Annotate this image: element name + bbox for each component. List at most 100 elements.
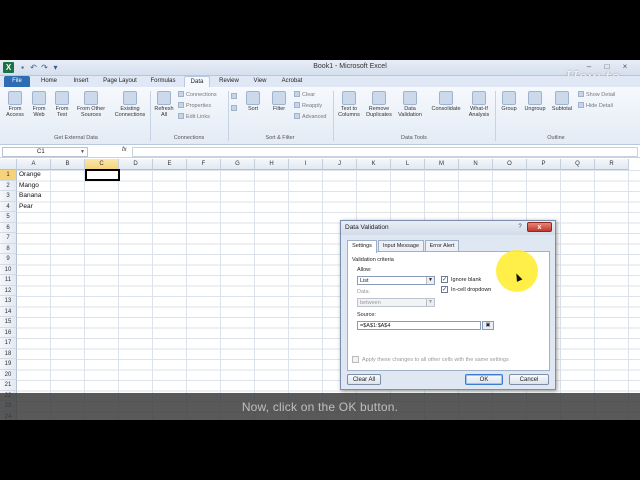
- consolidate-button[interactable]: Consolidate: [428, 91, 464, 112]
- cell-a2[interactable]: Mango: [18, 181, 39, 191]
- column-header-d[interactable]: D: [119, 159, 153, 170]
- row-header-2[interactable]: 2: [0, 180, 17, 191]
- column-header-q[interactable]: Q: [561, 159, 595, 170]
- hide-detail-button[interactable]: Hide Detail: [578, 102, 613, 110]
- data-validation-button[interactable]: Data Validation: [396, 91, 424, 118]
- ungroup-button[interactable]: Ungroup: [522, 91, 548, 112]
- row-header-19[interactable]: 19: [0, 359, 17, 370]
- row-header-16[interactable]: 16: [0, 327, 17, 338]
- column-header-b[interactable]: B: [51, 159, 85, 170]
- text-file-icon: [55, 91, 69, 105]
- formula-input[interactable]: [132, 147, 638, 157]
- from-other-sources-button[interactable]: From Other Sources: [74, 91, 108, 118]
- column-header-r[interactable]: R: [595, 159, 629, 170]
- ignore-blank-checkbox[interactable]: ✓: [441, 276, 448, 283]
- cancel-button[interactable]: Cancel: [509, 374, 549, 385]
- group-button[interactable]: Group: [498, 91, 520, 112]
- active-cell-c1[interactable]: [85, 169, 120, 181]
- tab-file[interactable]: File: [4, 76, 30, 87]
- from-text-button[interactable]: From Text: [52, 91, 72, 118]
- cell-a1[interactable]: Orange: [18, 170, 41, 180]
- show-detail-button[interactable]: Show Detail: [578, 91, 615, 99]
- collapse-dialog-icon[interactable]: ▣: [482, 321, 494, 330]
- advanced-button[interactable]: Advanced: [294, 113, 326, 121]
- row-header-8[interactable]: 8: [0, 243, 17, 254]
- column-header-e[interactable]: E: [153, 159, 187, 170]
- column-header-m[interactable]: M: [425, 159, 459, 170]
- filter-button[interactable]: Filter: [268, 91, 290, 112]
- row-header-13[interactable]: 13: [0, 296, 17, 307]
- apply-all-checkbox[interactable]: [352, 356, 359, 363]
- column-header-k[interactable]: K: [357, 159, 391, 170]
- chevron-down-icon[interactable]: ▼: [426, 299, 434, 306]
- column-header-i[interactable]: I: [289, 159, 323, 170]
- row-header-10[interactable]: 10: [0, 264, 17, 275]
- refresh-all-button[interactable]: Refresh All: [152, 91, 176, 118]
- column-header-j[interactable]: J: [323, 159, 357, 170]
- row-header-11[interactable]: 11: [0, 275, 17, 286]
- ok-button[interactable]: OK: [465, 374, 503, 385]
- tab-page-layout[interactable]: Page Layout: [100, 76, 140, 87]
- what-if-analysis-button[interactable]: What-If Analysis: [466, 91, 492, 118]
- source-label: Source:: [357, 312, 376, 318]
- tab-settings[interactable]: Settings: [347, 240, 377, 253]
- row-header-5[interactable]: 5: [0, 212, 17, 223]
- tab-home[interactable]: Home: [36, 76, 62, 87]
- column-header-p[interactable]: P: [527, 159, 561, 170]
- edit-links-button[interactable]: Edit Links: [178, 113, 210, 121]
- clear-button[interactable]: Clear: [294, 91, 315, 99]
- tab-data[interactable]: Data: [184, 76, 210, 87]
- row-header-21[interactable]: 21: [0, 380, 17, 391]
- row-header-4[interactable]: 4: [0, 201, 17, 212]
- cell-a4[interactable]: Pear: [18, 202, 33, 212]
- tab-acrobat[interactable]: Acrobat: [276, 76, 308, 87]
- tab-formulas[interactable]: Formulas: [146, 76, 180, 87]
- chevron-down-icon[interactable]: ▼: [80, 149, 85, 155]
- column-header-g[interactable]: G: [221, 159, 255, 170]
- column-header-f[interactable]: F: [187, 159, 221, 170]
- text-to-columns-button[interactable]: Text to Columns: [336, 91, 362, 118]
- sort-za-icon[interactable]: [231, 105, 239, 113]
- name-box[interactable]: C1: [2, 147, 88, 157]
- in-cell-dropdown-checkbox[interactable]: ✓: [441, 286, 448, 293]
- tab-review[interactable]: Review: [214, 76, 244, 87]
- source-input[interactable]: =$A$1:$A$4: [357, 321, 481, 330]
- remove-duplicates-button[interactable]: Remove Duplicates: [364, 91, 394, 118]
- row-header-3[interactable]: 3: [0, 191, 17, 202]
- column-header-h[interactable]: H: [255, 159, 289, 170]
- help-icon[interactable]: ?: [515, 223, 525, 232]
- close-icon[interactable]: x: [527, 222, 552, 232]
- row-header-6[interactable]: 6: [0, 222, 17, 233]
- row-header-14[interactable]: 14: [0, 306, 17, 317]
- column-header-l[interactable]: L: [391, 159, 425, 170]
- insert-function-icon[interactable]: fx: [122, 147, 127, 153]
- cell-a3[interactable]: Banana: [18, 191, 41, 201]
- column-header-n[interactable]: N: [459, 159, 493, 170]
- existing-connections-button[interactable]: Existing Connections: [112, 91, 148, 118]
- select-all-corner[interactable]: [0, 159, 17, 170]
- row-header-17[interactable]: 17: [0, 338, 17, 349]
- tab-insert[interactable]: Insert: [66, 76, 96, 87]
- sort-az-icon[interactable]: [231, 93, 239, 101]
- allow-select[interactable]: List ▼: [357, 276, 435, 285]
- row-header-12[interactable]: 12: [0, 285, 17, 296]
- subtotal-button[interactable]: Subtotal: [550, 91, 574, 112]
- from-access-button[interactable]: From Access: [4, 91, 26, 118]
- data-select[interactable]: between ▼: [357, 298, 435, 307]
- row-header-7[interactable]: 7: [0, 233, 17, 244]
- chevron-down-icon[interactable]: ▼: [426, 277, 434, 284]
- row-header-1[interactable]: 1: [0, 170, 17, 181]
- column-header-o[interactable]: O: [493, 159, 527, 170]
- row-header-18[interactable]: 18: [0, 348, 17, 359]
- connections-button[interactable]: Connections: [178, 91, 217, 99]
- row-header-15[interactable]: 15: [0, 317, 17, 328]
- properties-button[interactable]: Properties: [178, 102, 211, 110]
- from-web-button[interactable]: From Web: [28, 91, 50, 118]
- tab-view[interactable]: View: [248, 76, 272, 87]
- row-header-20[interactable]: 20: [0, 369, 17, 380]
- column-header-a[interactable]: A: [17, 159, 51, 170]
- sort-button[interactable]: Sort: [244, 91, 262, 112]
- clear-all-button[interactable]: Clear All: [347, 374, 381, 385]
- row-header-9[interactable]: 9: [0, 254, 17, 265]
- reapply-button[interactable]: Reapply: [294, 102, 322, 110]
